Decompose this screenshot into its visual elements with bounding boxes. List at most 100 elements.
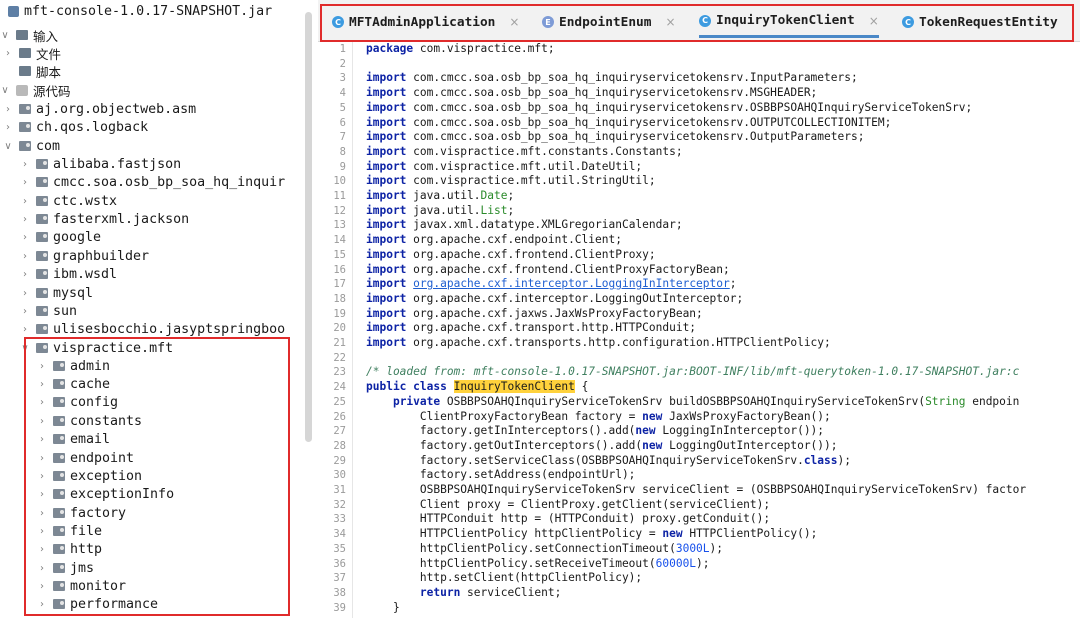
chevron-right-icon[interactable]: ›: [20, 284, 30, 302]
line-number: 1: [339, 43, 346, 55]
keyword-token: import: [366, 203, 407, 217]
chevron-down-icon[interactable]: ∨: [3, 137, 13, 155]
tree-item-label: 文件: [36, 46, 62, 62]
tree-item[interactable]: › graphbuilder: [0, 247, 305, 265]
code-token: java.util.: [406, 203, 481, 217]
line-number: 26: [333, 410, 346, 423]
tree-item[interactable]: › ch.qos.logback: [0, 118, 305, 136]
tree-item[interactable]: › mysql: [0, 284, 305, 302]
chevron-right-icon[interactable]: ›: [20, 228, 30, 246]
code-token: ;: [507, 189, 515, 202]
line-number: 24: [333, 381, 346, 394]
code-token: Client proxy = ClientProxy.getClient(ser…: [366, 497, 771, 511]
code-token: org.apache.cxf.interceptor.LoggingOutInt…: [406, 291, 744, 305]
keyword-token: new: [635, 424, 656, 438]
code-line: import com.vispractice.mft.util.DateUtil…: [366, 160, 642, 175]
keyword-token: new: [642, 438, 663, 452]
package-icon: [36, 269, 48, 279]
code-token: String: [925, 394, 966, 408]
code-token: endpoin: [965, 394, 1020, 408]
code-token: OSBBPSOAHQInquiryServiceTokenSrv buildOS…: [440, 394, 926, 408]
tree-item[interactable]: ∨ com: [0, 137, 305, 155]
code-token: Date: [480, 189, 508, 202]
package-icon: [36, 196, 48, 206]
tree-item[interactable]: › 文件: [0, 44, 305, 62]
code-token: LoggingInInterceptor());: [655, 424, 825, 438]
chevron-right-icon[interactable]: ›: [3, 118, 13, 136]
keyword-token: import: [366, 71, 407, 85]
line-number: 2: [339, 57, 346, 70]
keyword-token: import: [366, 262, 407, 276]
tree-item-label: alibaba.fastjson: [53, 156, 182, 172]
tree-item[interactable]: mft-console-1.0.17-SNAPSHOT.jar: [0, 2, 305, 20]
chevron-down-icon[interactable]: ∨: [0, 26, 10, 44]
chevron-down-icon[interactable]: ∨: [0, 81, 10, 99]
line-number: 37: [333, 572, 346, 585]
code-line: import org.apache.cxf.jaxws.JaxWsProxyFa…: [366, 307, 703, 322]
line-number: 33: [333, 513, 346, 526]
chevron-right-icon[interactable]: ›: [20, 192, 30, 210]
code-line: factory.setAddress(endpointUrl);: [366, 468, 636, 483]
chevron-right-icon[interactable]: ›: [20, 210, 30, 228]
code-token: ;: [507, 203, 515, 217]
tree-item[interactable]: 脚本: [0, 62, 305, 80]
chevron-right-icon[interactable]: ›: [20, 320, 30, 338]
chevron-right-icon[interactable]: ›: [3, 44, 13, 62]
code-line: import com.vispractice.mft.util.StringUt…: [366, 174, 656, 189]
line-number: 7: [339, 131, 346, 144]
code-line: private OSBBPSOAHQInquiryServiceTokenSrv…: [366, 395, 1019, 410]
tree-item[interactable]: › cmcc.soa.osb_bp_soa_hq_inquir: [0, 173, 305, 191]
tree-scrollbar[interactable]: [305, 12, 312, 442]
code-token: OSBBPSOAHQInquiryServiceTokenSrv service…: [366, 483, 1027, 496]
tree-item[interactable]: › ctc.wstx: [0, 192, 305, 210]
code-line: import org.apache.cxf.interceptor.Loggin…: [366, 277, 737, 292]
code-token: JaxWsProxyFactoryBean();: [662, 409, 831, 423]
code-line: factory.getOutInterceptors().add(new Log…: [366, 439, 838, 454]
package-icon: [36, 251, 48, 261]
code-token: 3000L: [675, 541, 710, 555]
tree-item[interactable]: › alibaba.fastjson: [0, 155, 305, 173]
keyword-token: import: [366, 321, 407, 335]
keyword-token: new: [642, 409, 663, 423]
chevron-right-icon[interactable]: ›: [20, 173, 30, 191]
tree-item-label: 源代码: [33, 83, 71, 99]
code-line: }: [366, 601, 400, 616]
tree-item[interactable]: ∨ 源代码: [0, 81, 305, 99]
keyword-token: import: [366, 218, 407, 232]
tree-item[interactable]: › aj.org.objectweb.asm: [0, 100, 305, 118]
tree-item-label: 脚本: [36, 64, 62, 80]
code-area[interactable]: package com.vispractice.mft; import com.c…: [366, 42, 1080, 618]
code-token: factory.setAddress(endpointUrl);: [366, 468, 636, 482]
line-number: 22: [333, 351, 346, 364]
tree-item-label: aj.org.objectweb.asm: [36, 101, 197, 117]
chevron-right-icon[interactable]: ›: [20, 302, 30, 320]
tree-item-label: mft-console-1.0.17-SNAPSHOT.jar: [24, 3, 273, 19]
tree-item-label: com: [36, 138, 61, 154]
tree-item[interactable]: › ulisesbocchio.jasyptspringboo: [0, 320, 305, 338]
tree-item[interactable]: › fasterxml.jackson: [0, 210, 305, 228]
code-token: 60000L: [655, 556, 697, 570]
keyword-token: import: [366, 277, 407, 291]
code-line: Client proxy = ClientProxy.getClient(ser…: [366, 498, 770, 513]
tree-item[interactable]: › ibm.wsdl: [0, 265, 305, 283]
keyword-token: import: [366, 174, 407, 188]
chevron-right-icon[interactable]: ›: [20, 247, 30, 265]
tree-item[interactable]: ∨ 输入: [0, 26, 305, 44]
keyword-token: return: [419, 585, 461, 599]
chevron-right-icon[interactable]: ›: [20, 155, 30, 173]
line-number: 31: [333, 484, 346, 496]
keyword-token: private: [392, 394, 441, 408]
folder-icon: [16, 30, 28, 40]
code-line: public class InquiryTokenClient {: [366, 380, 588, 395]
tree-item[interactable]: › sun: [0, 302, 305, 320]
code-token: httpClientPolicy.setConnectionTimeout(: [366, 541, 676, 555]
line-number: 18: [333, 292, 346, 305]
keyword-token: import: [366, 336, 407, 349]
source-icon: [16, 84, 28, 96]
tree-item[interactable]: › google: [0, 228, 305, 246]
code-token: org.apache.cxf.frontend.ClientProxy;: [406, 247, 656, 261]
chevron-right-icon[interactable]: ›: [20, 265, 30, 283]
chevron-right-icon[interactable]: ›: [3, 100, 13, 118]
tree-item-label: cmcc.soa.osb_bp_soa_hq_inquir: [53, 174, 286, 190]
code-line: import org.apache.cxf.transports.http.co…: [366, 336, 831, 351]
